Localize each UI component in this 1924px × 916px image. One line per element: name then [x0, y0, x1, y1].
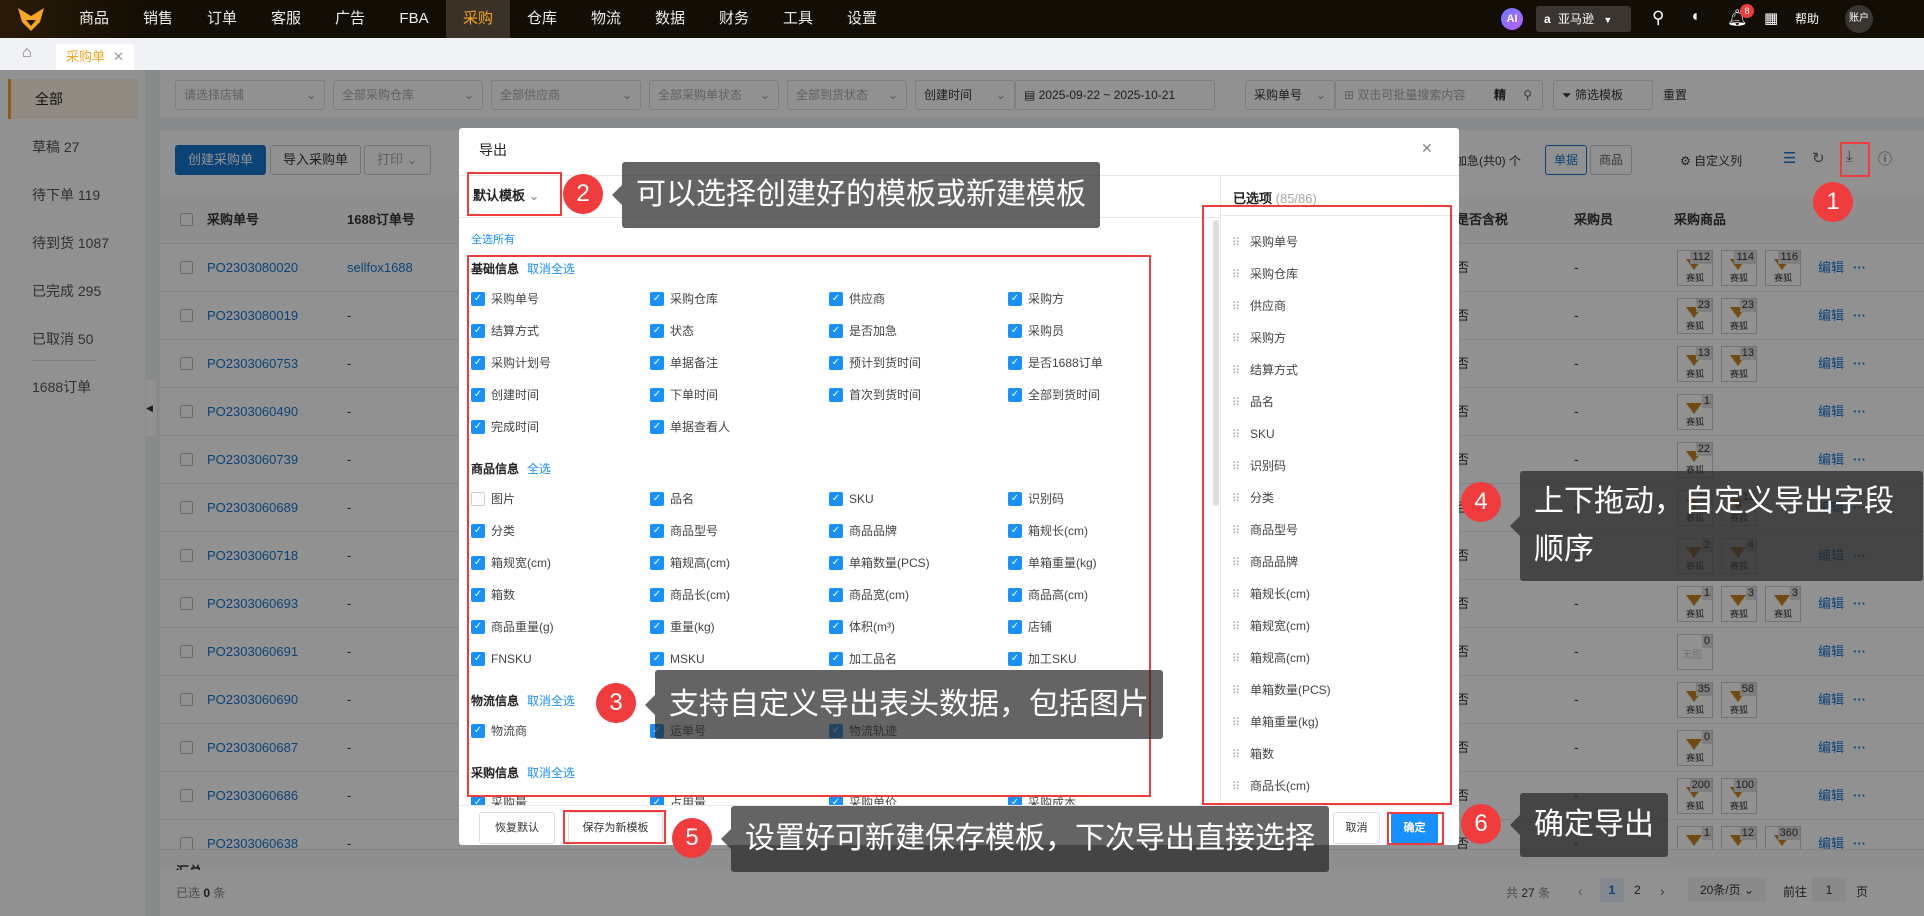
close-icon[interactable]: ✕ — [1421, 140, 1433, 157]
caret-down-icon: ▼ — [1603, 15, 1613, 25]
step-3-marker: 3 — [596, 683, 636, 723]
annotation-box-template — [467, 172, 562, 216]
step-2-callout: 可以选择创建好的模板或新建模板 — [612, 162, 1100, 228]
nav-item[interactable]: 设置 — [830, 0, 894, 38]
notification-badge: 8 — [1740, 4, 1754, 18]
checkbox-checked-icon: ✓ — [1008, 796, 1022, 805]
step-3-callout: 支持自定义导出表头数据，包括图片 — [645, 670, 1163, 739]
nav-item[interactable]: 商品 — [62, 0, 126, 38]
nav-item[interactable]: 工具 — [766, 0, 830, 38]
step-5-marker: 5 — [672, 818, 712, 858]
step-4-callout: 上下拖动，自定义导出字段顺序 — [1510, 471, 1923, 581]
nav-item[interactable]: 销售 — [126, 0, 190, 38]
platform-selector[interactable]: a 亚马逊 ▼ — [1536, 6, 1631, 32]
step-1-marker: 1 — [1813, 182, 1853, 222]
nav-item[interactable]: 财务 — [702, 0, 766, 38]
checkbox-checked-icon: ✓ — [650, 796, 664, 805]
annotation-box-selected — [1202, 205, 1452, 805]
step-5-callout: 设置好可新建保存模板，下次导出直接选择 — [721, 806, 1329, 872]
tab-label: 采购单 — [66, 49, 106, 64]
step-4-marker: 4 — [1461, 482, 1501, 522]
annotation-box-download — [1840, 142, 1870, 177]
step-2-marker: 2 — [563, 174, 603, 214]
nav-item[interactable]: 数据 — [638, 0, 702, 38]
annotation-box-save — [563, 810, 666, 844]
field-label: 占用量 — [670, 796, 707, 805]
field-label: 采购单价 — [849, 796, 898, 805]
tab-bar: ⌂ 采购单 ✕ — [0, 38, 1924, 70]
step-6-callout: 确定导出 — [1510, 793, 1668, 857]
amazon-icon: a — [1544, 12, 1551, 26]
tab-purchase-order[interactable]: 采购单 ✕ — [56, 44, 134, 70]
help-link[interactable]: 帮助 — [1795, 10, 1819, 27]
headset-icon[interactable]: ◖ — [1690, 8, 1700, 26]
fox-logo-icon[interactable] — [14, 6, 48, 32]
checkbox-checked-icon: ✓ — [471, 796, 485, 805]
apps-grid-icon[interactable]: ▦ — [1764, 9, 1778, 27]
nav-item[interactable]: FBA — [382, 0, 446, 38]
nav-item[interactable]: 广告 — [318, 0, 382, 38]
nav-item[interactable]: 采购 — [446, 0, 510, 38]
ai-button[interactable]: AI — [1501, 8, 1523, 30]
restore-default-button[interactable]: 恢复默认 — [479, 812, 555, 844]
platform-label: 亚马逊 — [1558, 12, 1595, 26]
top-navigation: 商品 销售 订单 客服 广告 FBA 采购 仓库 物流 数据 财务 工具 设置 AI a 亚马逊 ▼ ⚲… — [0, 0, 1924, 38]
step-6-marker: 6 — [1461, 804, 1501, 844]
search-icon[interactable]: ⚲ — [1652, 8, 1664, 28]
nav-item[interactable]: 物流 — [574, 0, 638, 38]
dialog-title: 导出 — [479, 142, 507, 158]
field-label: 采购量 — [491, 796, 528, 805]
nav-item[interactable]: 仓库 — [510, 0, 574, 38]
annotation-box-confirm — [1387, 812, 1444, 845]
cancel-button[interactable]: 取消 — [1333, 812, 1380, 844]
close-tab-icon[interactable]: ✕ — [113, 49, 124, 64]
nav-item[interactable]: 客服 — [254, 0, 318, 38]
field-label: 采购成本 — [1028, 796, 1077, 805]
nav-item[interactable]: 订单 — [190, 0, 254, 38]
home-icon[interactable]: ⌂ — [22, 44, 32, 62]
checkbox-checked-icon: ✓ — [829, 796, 843, 805]
account-avatar[interactable]: 账户 — [1845, 5, 1873, 33]
